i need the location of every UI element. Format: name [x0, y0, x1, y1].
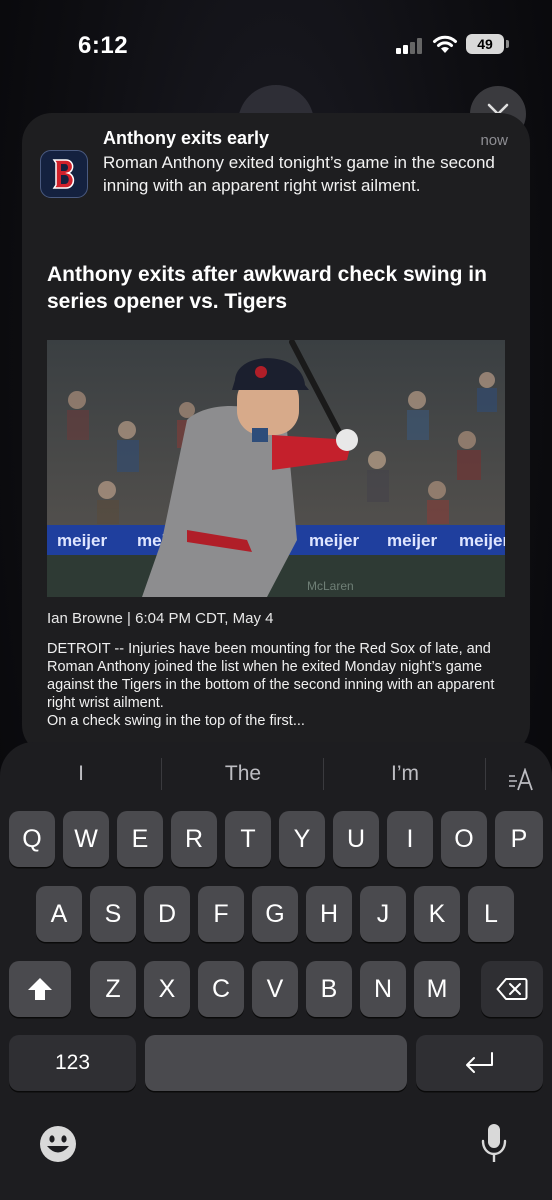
shift-icon	[28, 978, 52, 1000]
key-b[interactable]: B	[306, 961, 352, 1017]
banner-text-4: meijer	[309, 531, 359, 550]
key-s[interactable]: S	[90, 886, 136, 942]
article-photo[interactable]: meijer meijer meijer meijer meijer meije…	[47, 340, 505, 597]
key-t[interactable]: T	[225, 811, 271, 867]
batter-photo-illustration: meijer meijer meijer meijer meijer meije…	[47, 340, 505, 597]
suggestion-divider	[161, 758, 162, 790]
article-byline: Ian Browne | 6:04 PM CDT, May 4	[47, 610, 274, 627]
key-c[interactable]: C	[198, 961, 244, 1017]
banner-text-5: meijer	[387, 531, 437, 550]
suggestion-divider	[485, 758, 486, 790]
status-time: 6:12	[78, 32, 129, 59]
numbers-key[interactable]: 123	[9, 1035, 136, 1091]
battery-indicator: 49	[466, 34, 504, 54]
notification-card[interactable]: Anthony exits early now Roman Anthony ex…	[22, 113, 530, 755]
key-v[interactable]: V	[252, 961, 298, 1017]
notification-title: Anthony exits early	[103, 128, 270, 148]
delete-key[interactable]	[481, 961, 543, 1017]
key-f[interactable]: F	[198, 886, 244, 942]
key-l[interactable]: L	[468, 886, 514, 942]
space-bar[interactable]	[145, 1035, 407, 1091]
key-x[interactable]: X	[144, 961, 190, 1017]
red-sox-app-icon	[40, 150, 88, 198]
key-i[interactable]: I	[387, 811, 433, 867]
key-k[interactable]: K	[414, 886, 460, 942]
cellular-signal-icon	[396, 38, 422, 54]
emoji-icon[interactable]	[38, 1124, 78, 1164]
notification-time: now	[480, 132, 508, 149]
key-h[interactable]: H	[306, 886, 352, 942]
shift-key[interactable]	[9, 961, 71, 1017]
key-d[interactable]: D	[144, 886, 190, 942]
key-u[interactable]: U	[333, 811, 379, 867]
key-n[interactable]: N	[360, 961, 406, 1017]
key-p[interactable]: P	[495, 811, 543, 867]
suggestion-divider	[323, 758, 324, 790]
suggestion-3[interactable]: I’m	[330, 762, 480, 786]
text-format-icon[interactable]	[508, 768, 534, 792]
photo-sign-text: McLaren	[307, 579, 354, 593]
key-m[interactable]: M	[414, 961, 460, 1017]
notification-body: Roman Anthony exited tonight’s game in t…	[103, 153, 495, 195]
article-excerpt: DETROIT -- Injuries have been mounting f…	[47, 640, 512, 730]
key-j[interactable]: J	[360, 886, 406, 942]
return-icon	[465, 1052, 493, 1073]
return-key[interactable]	[416, 1035, 543, 1091]
key-a[interactable]: A	[36, 886, 82, 942]
key-g[interactable]: G	[252, 886, 298, 942]
banner-text-1: meijer	[57, 531, 107, 550]
red-sox-b-logo-icon	[52, 159, 75, 189]
status-bar: 6:12 49	[0, 0, 552, 90]
battery-tip	[506, 40, 509, 48]
key-r[interactable]: R	[171, 811, 217, 867]
microphone-icon[interactable]	[480, 1122, 508, 1166]
key-w[interactable]: W	[63, 811, 109, 867]
suggestion-1[interactable]: I	[6, 762, 156, 786]
key-e[interactable]: E	[117, 811, 163, 867]
key-z[interactable]: Z	[90, 961, 136, 1017]
delete-icon	[496, 978, 528, 1000]
banner-text-6: meijer	[459, 531, 505, 550]
article-text: DETROIT -- Injuries have been mounting f…	[47, 641, 495, 711]
article-headline[interactable]: Anthony exits after awkward check swing …	[47, 261, 517, 315]
key-y[interactable]: Y	[279, 811, 325, 867]
wifi-icon	[433, 35, 457, 53]
key-o[interactable]: O	[441, 811, 487, 867]
suggestion-2[interactable]: The	[168, 762, 318, 786]
article-text-continued: On a check swing in the top of the first…	[47, 713, 305, 729]
key-q[interactable]: Q	[9, 811, 55, 867]
